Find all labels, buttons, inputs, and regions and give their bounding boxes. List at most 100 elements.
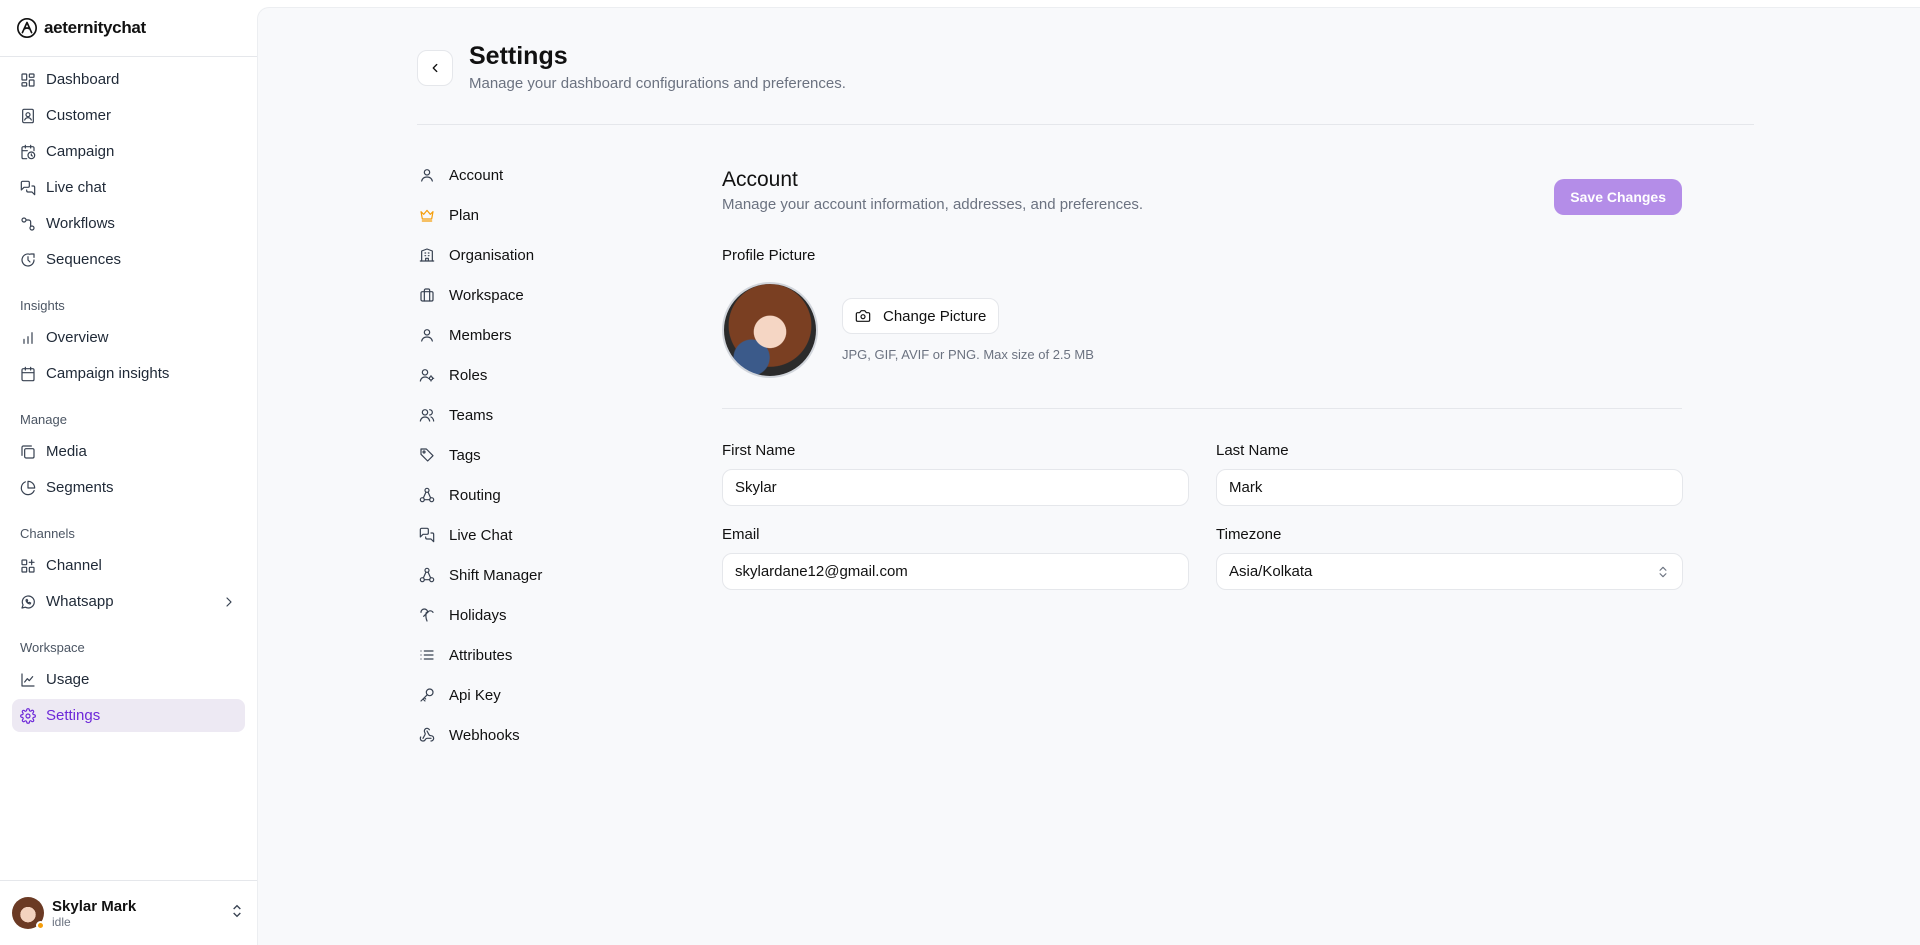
settings-nav-tags[interactable]: Tags bbox=[413, 435, 613, 475]
sidebar-item-label: Dashboard bbox=[46, 71, 120, 88]
sidebar-item-channel[interactable]: Channel bbox=[12, 549, 245, 582]
briefcase-icon bbox=[419, 287, 435, 303]
settings-nav-members[interactable]: Members bbox=[413, 315, 613, 355]
settings-nav-routing[interactable]: Routing bbox=[413, 475, 613, 515]
sidebar-item-label: Campaign bbox=[46, 143, 115, 160]
section-label-channels: Channels bbox=[20, 526, 75, 541]
user-cog-icon bbox=[419, 367, 435, 383]
whatsapp-icon bbox=[20, 594, 36, 610]
settings-nav-label: Members bbox=[449, 326, 512, 344]
sidebar-item-usage[interactable]: Usage bbox=[12, 663, 245, 696]
back-button[interactable] bbox=[417, 50, 453, 86]
member-icon bbox=[419, 327, 435, 343]
email-label: Email bbox=[722, 526, 760, 543]
sidebar-item-label: Settings bbox=[46, 707, 101, 724]
sidebar-item-sequences[interactable]: Sequences bbox=[12, 243, 245, 276]
change-picture-button[interactable]: Change Picture bbox=[842, 298, 1000, 334]
page-title: Settings bbox=[469, 42, 568, 70]
sidebar-item-label: Usage bbox=[46, 671, 90, 688]
settings-nav: Account Plan Organisation Workspace Memb… bbox=[413, 155, 613, 755]
settings-nav-roles[interactable]: Roles bbox=[413, 355, 613, 395]
settings-nav-label: Account bbox=[449, 166, 504, 184]
settings-nav-organisation[interactable]: Organisation bbox=[413, 235, 613, 275]
settings-nav-label: Plan bbox=[449, 206, 480, 224]
sidebar-item-label: Overview bbox=[46, 329, 109, 346]
webhook-icon bbox=[419, 727, 435, 743]
user-icon bbox=[419, 167, 435, 183]
settings-nav-label: Attributes bbox=[449, 646, 513, 664]
change-picture-label: Change Picture bbox=[883, 307, 987, 325]
sidebar-item-live-chat[interactable]: Live chat bbox=[12, 171, 245, 204]
network-icon bbox=[419, 487, 435, 503]
timezone-label: Timezone bbox=[1216, 526, 1282, 543]
brand-logo[interactable]: aeternitychat bbox=[0, 0, 257, 57]
email-input[interactable]: skylardane12@gmail.com bbox=[722, 553, 1189, 590]
save-changes-button[interactable]: Save Changes bbox=[1554, 179, 1682, 215]
chevrons-up-down-icon bbox=[1659, 566, 1667, 577]
settings-nav-label: Holidays bbox=[449, 606, 507, 624]
user-info: Skylar Mark idle bbox=[52, 898, 136, 929]
timezone-select[interactable]: Asia/Kolkata bbox=[1216, 553, 1683, 590]
sidebar-item-media[interactable]: Media bbox=[12, 435, 245, 468]
sidebar-item-label: Whatsapp bbox=[46, 593, 114, 610]
settings-nav-plan[interactable]: Plan bbox=[413, 195, 613, 235]
last-name-label: Last Name bbox=[1216, 442, 1289, 459]
user-profile-menu[interactable]: Skylar Mark idle bbox=[0, 880, 257, 945]
users-icon bbox=[419, 407, 435, 423]
settings-nav-label: Workspace bbox=[449, 286, 524, 304]
settings-nav-label: Api Key bbox=[449, 686, 501, 704]
sidebar-item-campaign-insights[interactable]: Campaign insights bbox=[12, 357, 245, 390]
chevron-left-icon bbox=[432, 63, 438, 73]
timezone-value: Asia/Kolkata bbox=[1229, 563, 1313, 580]
settings-nav-workspace[interactable]: Workspace bbox=[413, 275, 613, 315]
sidebar-item-workflows[interactable]: Workflows bbox=[12, 207, 245, 240]
sequence-icon bbox=[20, 252, 36, 268]
chat-icon bbox=[419, 527, 435, 543]
sidebar-item-overview[interactable]: Overview bbox=[12, 321, 245, 354]
profile-picture-label: Profile Picture bbox=[722, 247, 816, 264]
main-panel: Settings Manage your dashboard configura… bbox=[257, 7, 1920, 945]
sidebar-item-customer[interactable]: Customer bbox=[12, 99, 245, 132]
first-name-input[interactable]: Skylar bbox=[722, 469, 1189, 506]
settings-nav-webhooks[interactable]: Webhooks bbox=[413, 715, 613, 755]
settings-nav-teams[interactable]: Teams bbox=[413, 395, 613, 435]
settings-nav-label: Tags bbox=[449, 446, 481, 464]
settings-nav-api-key[interactable]: Api Key bbox=[413, 675, 613, 715]
settings-nav-label: Organisation bbox=[449, 246, 535, 264]
settings-nav-label: Roles bbox=[449, 366, 488, 384]
picture-hint: JPG, GIF, AVIF or PNG. Max size of 2.5 M… bbox=[842, 347, 1094, 362]
sidebar-item-segments[interactable]: Segments bbox=[12, 471, 245, 504]
chevrons-up-down-icon[interactable] bbox=[229, 903, 245, 924]
key-icon bbox=[419, 687, 435, 703]
sidebar-item-campaign[interactable]: Campaign bbox=[12, 135, 245, 168]
section-label-workspace: Workspace bbox=[20, 640, 85, 655]
last-name-input[interactable]: Mark bbox=[1216, 469, 1683, 506]
chevron-right-icon[interactable] bbox=[221, 594, 237, 610]
chat-bubbles-icon bbox=[20, 180, 36, 196]
contact-icon bbox=[20, 108, 36, 124]
sidebar-item-settings[interactable]: Settings bbox=[12, 699, 245, 732]
sidebar-item-label: Sequences bbox=[46, 251, 122, 268]
profile-avatar bbox=[722, 282, 818, 378]
aeternity-logo-icon bbox=[17, 18, 37, 38]
camera-icon bbox=[855, 310, 871, 322]
sidebar-item-dashboard[interactable]: Dashboard bbox=[12, 63, 245, 96]
first-name-group: First Name Skylar bbox=[722, 442, 1189, 506]
account-title: Account bbox=[722, 168, 798, 191]
sidebar-item-whatsapp[interactable]: Whatsapp bbox=[12, 585, 245, 618]
gear-icon bbox=[20, 707, 36, 724]
brand-name: aeternitychat bbox=[44, 18, 146, 37]
settings-nav-account[interactable]: Account bbox=[413, 155, 613, 195]
settings-nav-attributes[interactable]: Attributes bbox=[413, 635, 613, 675]
account-subtitle: Manage your account information, address… bbox=[722, 196, 1144, 213]
timezone-group: Timezone Asia/Kolkata bbox=[1216, 526, 1683, 590]
settings-nav-live-chat[interactable]: Live Chat bbox=[413, 515, 613, 555]
first-name-label: First Name bbox=[722, 442, 796, 459]
settings-nav-holidays[interactable]: Holidays bbox=[413, 595, 613, 635]
user-name: Skylar Mark bbox=[52, 897, 137, 915]
account-form: First Name Skylar Last Name Mark Email s… bbox=[722, 442, 1683, 610]
pie-chart-icon bbox=[20, 480, 36, 496]
settings-nav-shift-manager[interactable]: Shift Manager bbox=[413, 555, 613, 595]
settings-nav-label: Routing bbox=[449, 486, 501, 504]
settings-nav-label: Live Chat bbox=[449, 526, 513, 544]
